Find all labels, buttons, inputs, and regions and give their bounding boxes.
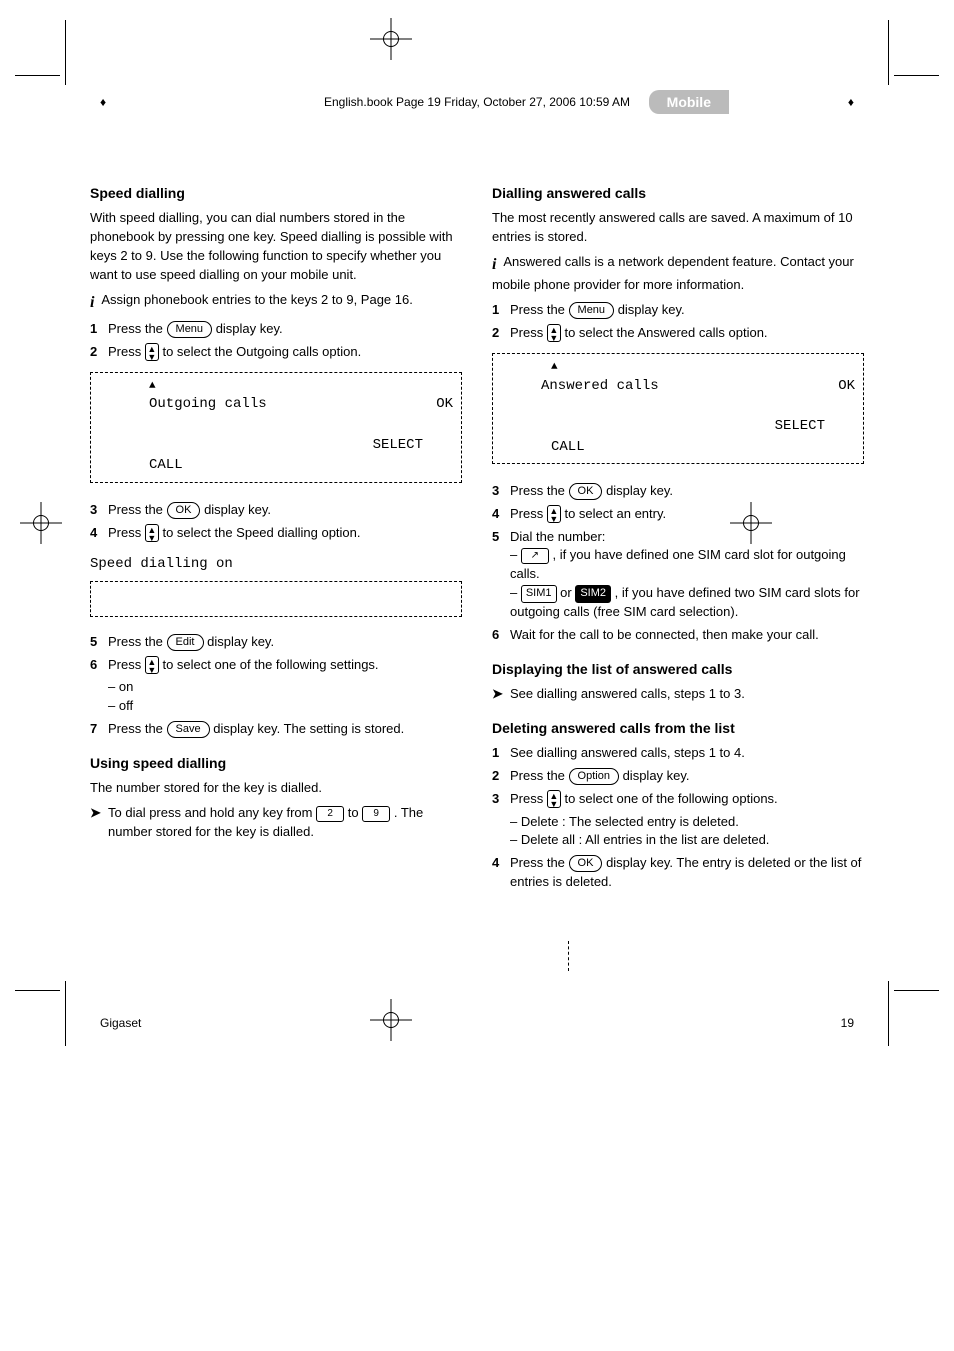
using-speed-step: ➤ To dial press and hold any key from 2 …: [90, 804, 462, 842]
right-column: Dialling answered calls The most recentl…: [492, 169, 864, 896]
right-step-1: 1 Press the Menu display key.: [492, 301, 864, 320]
updown-key-icon: ▲▼: [547, 324, 561, 342]
updown-key-icon: ▲▼: [145, 656, 159, 674]
heading-using-speed: Using speed dialling: [90, 753, 462, 773]
left-step-4: 4 Press ▲▼ to select the Speed dialling …: [90, 524, 462, 543]
left-column: Speed dialling With speed dialling, you …: [90, 169, 462, 896]
lcd-speed-box: [90, 581, 462, 617]
updown-key-icon: ▲▼: [145, 524, 159, 542]
call-key-icon: ↗: [521, 548, 549, 564]
save-softkey: Save: [167, 721, 210, 738]
heading-answered: Dialling answered calls: [492, 183, 864, 203]
page-footer: Gigaset 19: [60, 1016, 894, 1030]
left-step-1: 1 Press the Menu display key.: [90, 320, 462, 339]
menu-softkey: Menu: [569, 302, 615, 319]
left-step-2: 2 Press ▲▼ to select the Outgoing calls …: [90, 343, 462, 362]
display-list-step: ➤ See dialling answered calls, steps 1 t…: [492, 685, 864, 704]
updown-key-icon: ▲▼: [145, 343, 159, 361]
heading-speed-dialling: Speed dialling: [90, 183, 462, 203]
footer-dash: [568, 941, 569, 971]
using-speed-1: The number stored for the key is dialled…: [90, 779, 462, 798]
edit-softkey: Edit: [167, 634, 204, 651]
lcd-answered-calls: ▲ Answered callsOK SELECT CALL: [492, 353, 864, 464]
ok-softkey: OK: [569, 483, 603, 500]
right-step-6: 6 Wait for the call to be connected, the…: [492, 626, 864, 645]
info-note-left: i Assign phonebook entries to the keys 2…: [90, 291, 462, 314]
lcd-speed-label: Speed dialling on: [90, 554, 462, 574]
key-2-icon: 2: [316, 806, 344, 822]
footer-page: 19: [841, 1016, 854, 1030]
heading-display-list: Displaying the list of answered calls: [492, 659, 864, 679]
del-step-2: 2 Press the Option display key.: [492, 767, 864, 786]
header-file: English.book Page 19 Friday, October 27,…: [324, 95, 630, 109]
heading-delete: Deleting answered calls from the list: [492, 718, 864, 738]
info-icon: i: [90, 291, 94, 314]
info-icon: i: [492, 253, 496, 276]
left-step-7: 7 Press the Save display key. The settin…: [90, 720, 462, 739]
answered-intro: The most recently answered calls are sav…: [492, 209, 864, 247]
ok-softkey: OK: [167, 502, 201, 519]
sim-slot-2-icon: SIM2: [575, 585, 611, 603]
ok-softkey: OK: [569, 855, 603, 872]
lcd-outgoing-calls: ▲ Outgoing callsOK SELECT CALL: [90, 372, 462, 483]
left-step-6: 6 Press ▲▼ to select one of the followin…: [90, 656, 462, 717]
info-note-right: i Answered calls is a network dependent …: [492, 253, 864, 295]
right-step-2: 2 Press ▲▼ to select the Answered calls …: [492, 324, 864, 343]
footer-brand: Gigaset: [100, 1016, 141, 1030]
left-step-5: 5 Press the Edit display key.: [90, 633, 462, 652]
right-step-5: 5 Dial the number: – ↗ , if you have def…: [492, 528, 864, 622]
left-step-3: 3 Press the OK display key.: [90, 501, 462, 520]
key-9-icon: 9: [362, 806, 390, 822]
del-step-3: 3 Press ▲▼ to select one of the followin…: [492, 790, 864, 851]
sim-slot-1-icon: SIM1: [521, 585, 557, 603]
section-tab: Mobile: [649, 90, 729, 114]
right-step-4: 4 Press ▲▼ to select an entry.: [492, 505, 864, 524]
speed-intro: With speed dialling, you can dial number…: [90, 209, 462, 284]
updown-key-icon: ▲▼: [547, 505, 561, 523]
running-header: ♦ English.book Page 19 Friday, October 2…: [60, 95, 894, 109]
menu-softkey: Menu: [167, 321, 213, 338]
del-step-1: 1See dialling answered calls, steps 1 to…: [492, 744, 864, 763]
right-step-3: 3 Press the OK display key.: [492, 482, 864, 501]
del-step-4: 4 Press the OK display key. The entry is…: [492, 854, 864, 892]
option-softkey: Option: [569, 768, 619, 785]
updown-key-icon: ▲▼: [547, 790, 561, 808]
